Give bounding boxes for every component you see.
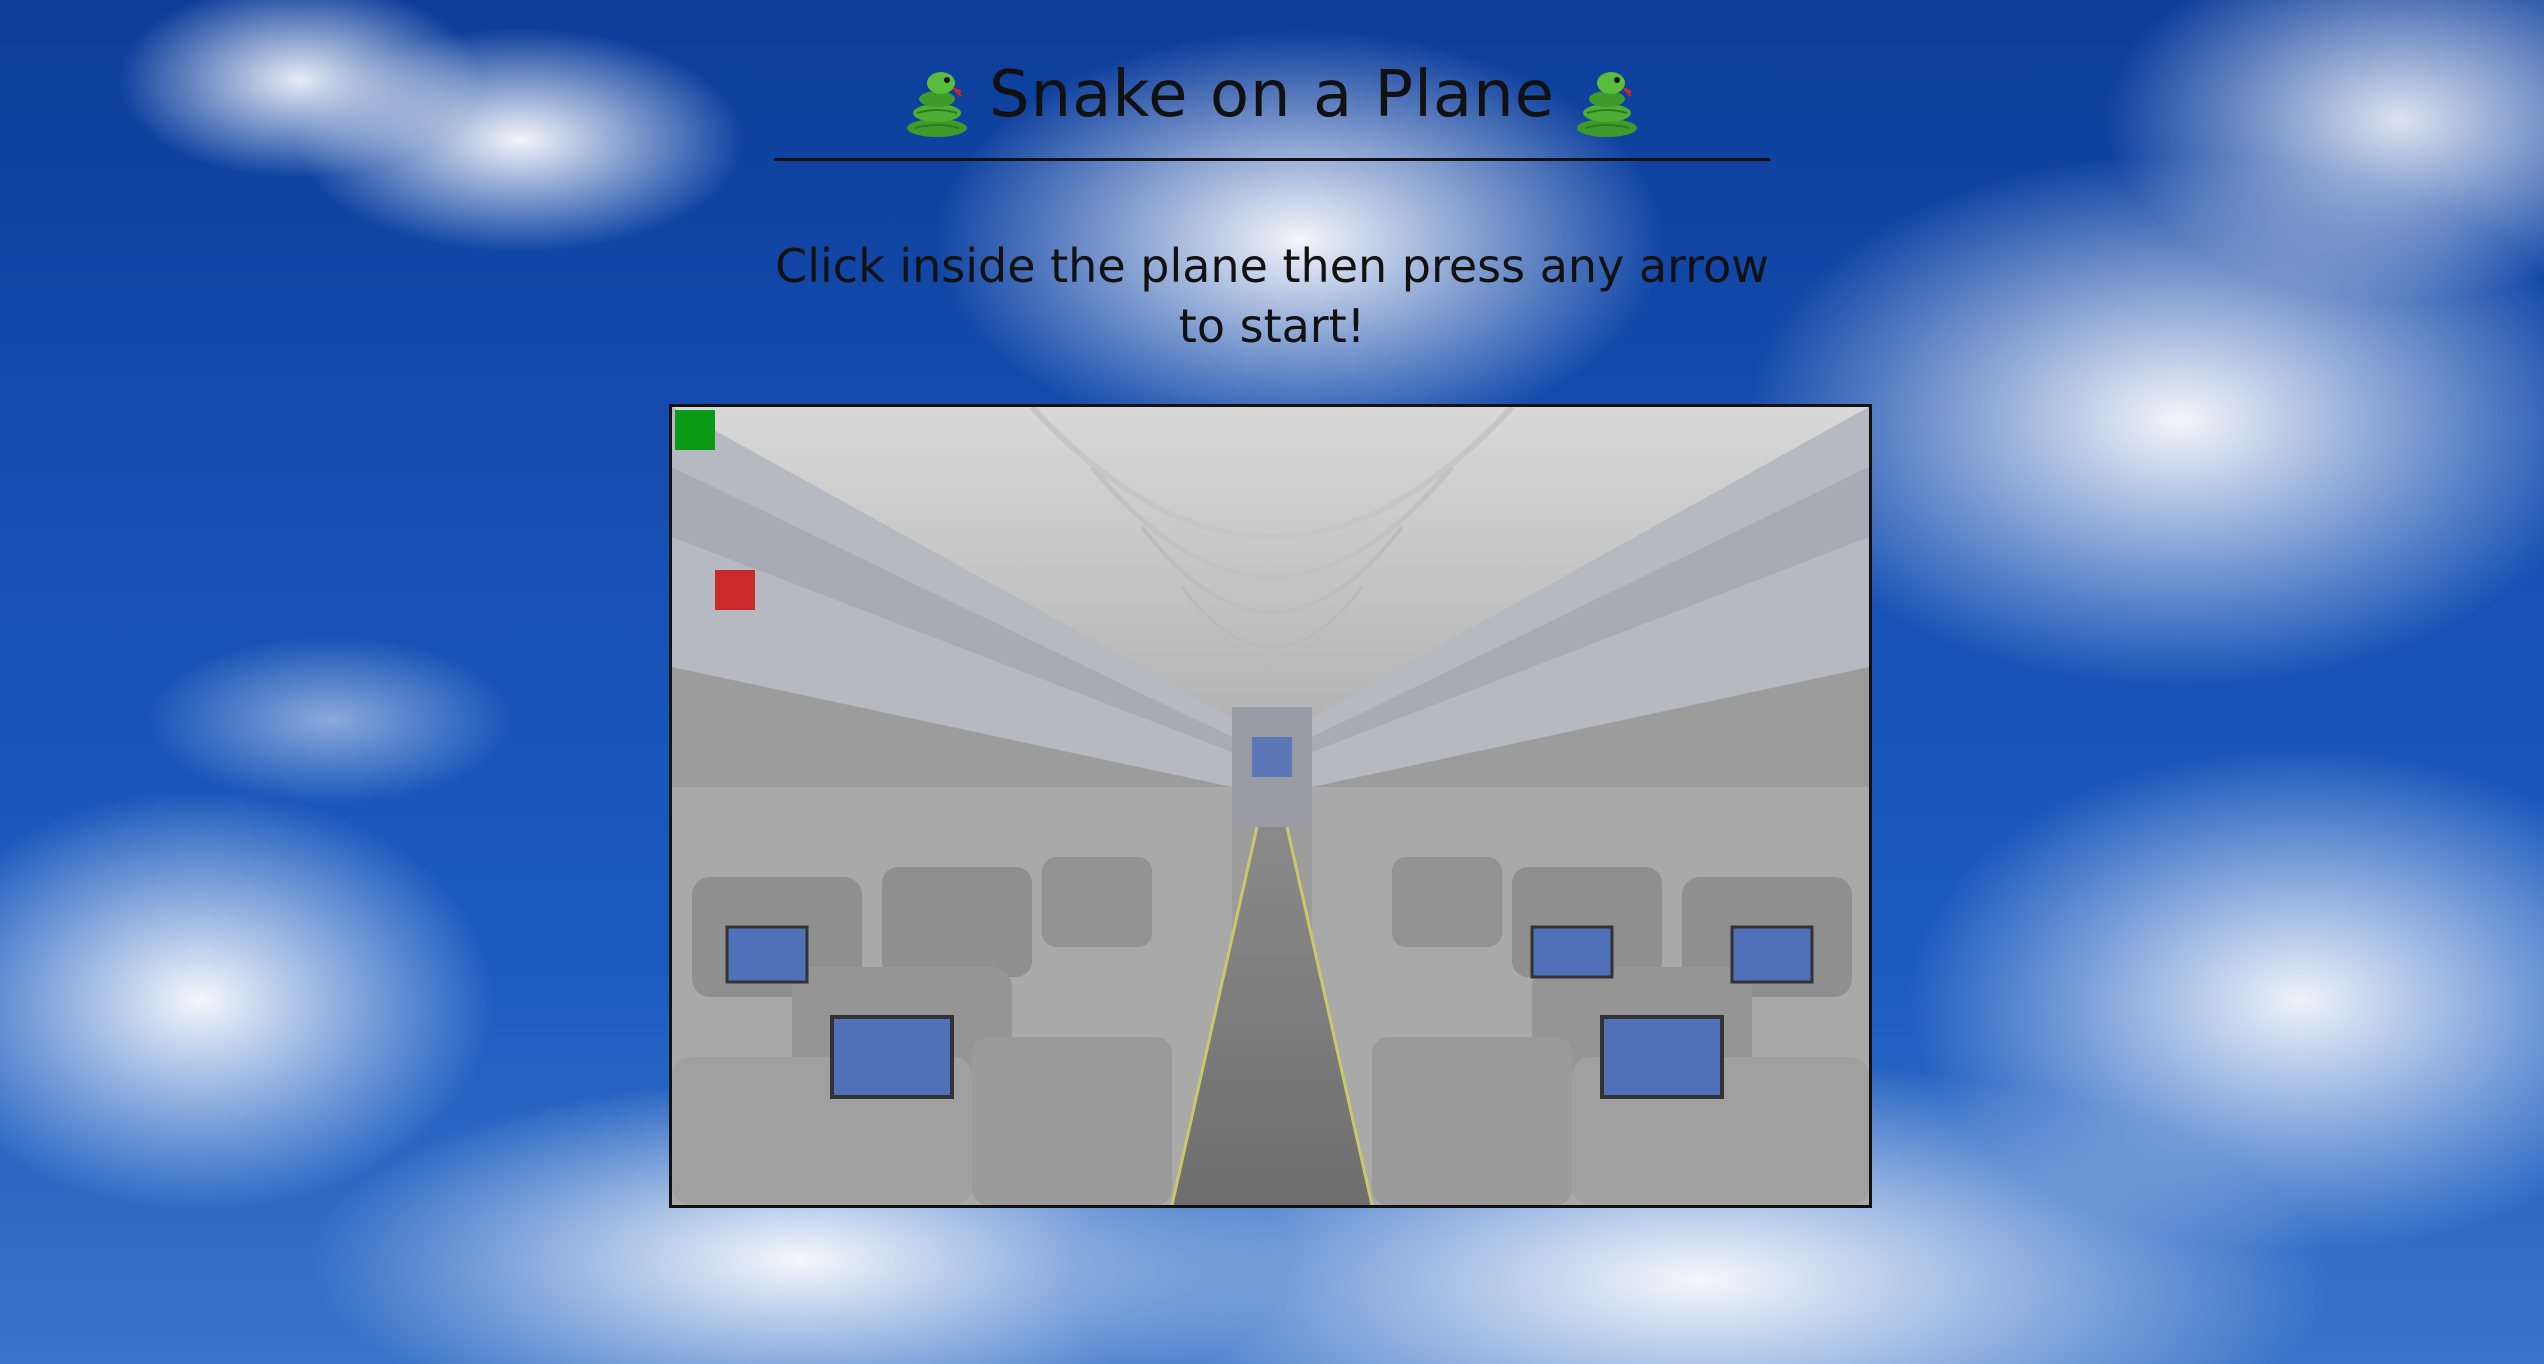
page-header: Snake on a Plane <box>774 40 1770 161</box>
snake-emoji-icon <box>903 62 971 138</box>
instructions-text: Click inside the plane then press any ar… <box>775 239 1769 353</box>
page-title-text: Snake on a Plane <box>988 58 1556 132</box>
page-title: Snake on a Plane <box>774 40 1770 150</box>
snake-emoji-icon <box>1573 62 1641 138</box>
plane-cabin-background <box>672 407 1869 1205</box>
snake-segment <box>675 410 715 450</box>
food-pellet <box>715 570 755 610</box>
title-divider <box>774 158 1770 161</box>
game-board[interactable] <box>669 404 1872 1208</box>
